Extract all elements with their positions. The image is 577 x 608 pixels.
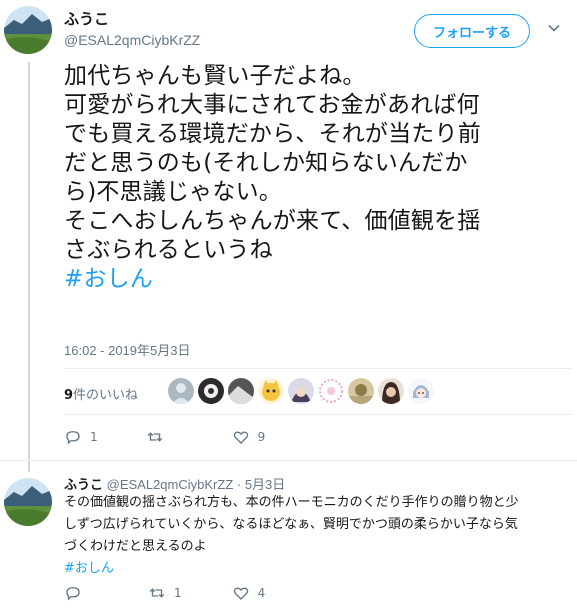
likes-count: 9 bbox=[64, 387, 74, 403]
reply-text-line: づくわけだと思えるのよ bbox=[64, 539, 207, 554]
reply-icon bbox=[66, 431, 80, 445]
retweet-icon bbox=[149, 588, 165, 598]
like-icon bbox=[233, 587, 248, 600]
reply-author-avatar[interactable] bbox=[4, 478, 52, 526]
tweet-actions: 1 9 bbox=[64, 428, 315, 446]
hashtag-link[interactable]: #おしん bbox=[64, 265, 574, 294]
reply-button[interactable]: 1 bbox=[64, 428, 98, 446]
likes-count-label[interactable]: 9件のいいね bbox=[64, 384, 138, 403]
liker-avatar[interactable] bbox=[408, 378, 434, 404]
liker-avatar[interactable] bbox=[258, 378, 284, 404]
divider bbox=[0, 460, 577, 461]
reply-text-line: その価値観の揺さぶられ方も、本の件ハーモニカのくだり手作りの贈り物と少 bbox=[64, 495, 519, 510]
likes-summary[interactable]: 9件のいいね bbox=[64, 376, 434, 410]
tweet-text-line: さぶられるというね bbox=[64, 237, 273, 263]
tweet-timestamp[interactable]: 16:02 - 2019年5月3日 bbox=[64, 340, 190, 359]
liker-avatar[interactable] bbox=[228, 378, 254, 404]
tweet-text-line: そこへおしんちゃんが来て、価値観を揺 bbox=[64, 208, 481, 234]
divider bbox=[64, 414, 572, 415]
reply-author-handle[interactable]: @ESAL2qmCiybKrZZ bbox=[107, 477, 234, 492]
tweet-text: 加代ちゃんも賢い子だよね。 可愛がられ大事にされてお金があれば何 でも買える環境… bbox=[64, 62, 574, 294]
like-button[interactable]: 9 bbox=[232, 428, 266, 446]
like-count: 9 bbox=[257, 430, 266, 444]
tweet-text-line: だと思うのも(それしか知らないんだか bbox=[64, 150, 468, 176]
tweet-text-line: 可愛がられ大事にされてお金があれば何 bbox=[64, 92, 480, 118]
author-avatar[interactable] bbox=[4, 6, 52, 54]
follow-button[interactable]: フォローする bbox=[414, 14, 530, 48]
divider bbox=[64, 368, 572, 369]
reply-author-name[interactable]: ふうこ bbox=[64, 478, 103, 493]
tweet-text-line: ら)不思議じゃない。 bbox=[64, 179, 282, 205]
liker-avatar[interactable] bbox=[288, 378, 314, 404]
reply-count: 1 bbox=[90, 430, 98, 444]
liker-avatars bbox=[168, 378, 434, 404]
like-count: 4 bbox=[257, 586, 266, 600]
liker-avatar[interactable] bbox=[348, 378, 374, 404]
chevron-down-icon[interactable] bbox=[548, 22, 560, 34]
reply-text-line: しずつ広げられていくから、なるほどなぁ、賢明でかつ頭の柔らかい子なら気 bbox=[64, 517, 518, 532]
retweet-button[interactable]: 1 bbox=[148, 584, 182, 602]
liker-avatar[interactable] bbox=[168, 378, 194, 404]
author-name[interactable]: ふうこ bbox=[64, 8, 109, 29]
like-button[interactable]: 4 bbox=[232, 584, 266, 602]
reply-text: その価値観の揺さぶられ方も、本の件ハーモニカのくだり手作りの贈り物と少 しずつ広… bbox=[64, 492, 574, 580]
hashtag-link[interactable]: #おしん bbox=[64, 558, 574, 580]
reply-actions: 1 4 bbox=[64, 584, 315, 602]
likes-label: 件のいいね bbox=[73, 387, 139, 403]
liker-avatar[interactable] bbox=[378, 378, 404, 404]
liker-avatar[interactable] bbox=[198, 378, 224, 404]
retweet-button[interactable] bbox=[146, 428, 172, 446]
reply-date[interactable]: · 5月3日 bbox=[237, 477, 285, 492]
like-icon bbox=[233, 431, 248, 444]
tweet-text-line: 加代ちゃんも賢い子だよね。 bbox=[64, 63, 366, 89]
reply-header: ふうこ @ESAL2qmCiybKrZZ · 5月3日 bbox=[64, 474, 285, 493]
retweet-icon bbox=[147, 432, 162, 442]
reply-button[interactable] bbox=[64, 584, 90, 602]
author-handle[interactable]: @ESAL2qmCiybKrZZ bbox=[64, 32, 200, 48]
tweet-text-line: でも買える環境だから、それが当たり前 bbox=[64, 121, 481, 147]
liker-avatar[interactable] bbox=[318, 378, 344, 404]
thread-line bbox=[28, 62, 30, 472]
reply-icon bbox=[66, 587, 80, 601]
retweet-count: 1 bbox=[174, 586, 182, 600]
